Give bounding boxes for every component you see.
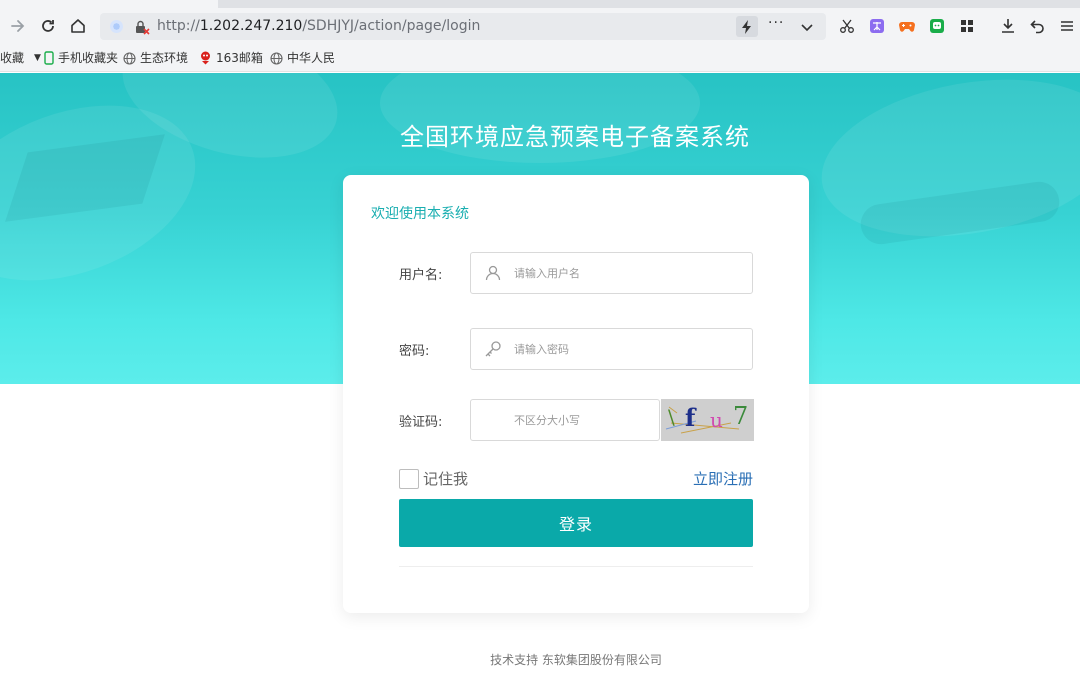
username-label: 用户名: bbox=[399, 268, 443, 283]
chevron-down-icon[interactable] bbox=[800, 19, 814, 38]
address-bar[interactable]: http://1.202.247.210/SDHJYJ/action/page/… bbox=[100, 13, 826, 40]
captcha-image[interactable]: \ f u 7 bbox=[661, 399, 754, 441]
bookmark-eco[interactable]: 生态环境 bbox=[123, 50, 188, 66]
bookmark-label: 生态环境 bbox=[140, 51, 189, 65]
menu-icon[interactable] bbox=[1058, 17, 1076, 35]
more-icon[interactable]: ··· bbox=[768, 15, 784, 31]
register-link[interactable]: 立即注册 bbox=[693, 469, 753, 489]
home-icon[interactable] bbox=[66, 14, 90, 38]
download-icon[interactable] bbox=[999, 17, 1017, 35]
bookmark-favorites[interactable]: 收藏 ▼ bbox=[0, 50, 41, 66]
url-path: /SDHJYJ/action/page/login bbox=[302, 18, 481, 34]
bookmarks-bar: 收藏 ▼ 手机收藏夹 生态环境 163邮箱 中华人民 bbox=[0, 44, 1080, 72]
gamepad-icon[interactable] bbox=[898, 17, 916, 35]
scissors-icon[interactable] bbox=[838, 17, 856, 35]
captcha-char: 7 bbox=[733, 402, 749, 430]
password-label: 密码: bbox=[399, 344, 430, 359]
password-field[interactable] bbox=[470, 328, 753, 370]
footer-text: 技术支持 东软集团股份有限公司 bbox=[490, 653, 662, 667]
insecure-lock-icon[interactable] bbox=[134, 19, 150, 35]
divider bbox=[399, 566, 753, 567]
active-tab[interactable] bbox=[0, 0, 218, 8]
bookmark-label: 中华人民 bbox=[287, 51, 336, 65]
url-text[interactable]: http://1.202.247.210/SDHJYJ/action/page/… bbox=[157, 17, 480, 36]
page-title: 全国环境应急预案电子备案系统 bbox=[400, 123, 750, 151]
bookmark-mobile[interactable]: 手机收藏夹 bbox=[44, 50, 118, 66]
captcha-char: \ bbox=[668, 405, 675, 429]
globe-icon bbox=[270, 51, 283, 65]
login-card: 欢迎使用本系统 用户名: 密码: 验证码: \ f u 7 记住我 立即注册 登… bbox=[343, 175, 809, 613]
bookmark-label: 163邮箱 bbox=[216, 51, 263, 65]
captcha-char: f bbox=[685, 403, 696, 432]
reload-icon[interactable] bbox=[36, 14, 60, 38]
remember-me[interactable]: 记住我 bbox=[399, 469, 468, 489]
site-info-icon[interactable] bbox=[110, 20, 123, 33]
username-input[interactable] bbox=[514, 263, 734, 283]
captcha-char: u bbox=[710, 408, 723, 432]
caret-down-icon: ▼ bbox=[34, 53, 41, 63]
globe-icon bbox=[123, 51, 136, 65]
lightning-icon[interactable] bbox=[736, 16, 758, 37]
user-icon bbox=[484, 264, 502, 282]
key-icon bbox=[484, 340, 502, 358]
phone-icon bbox=[44, 51, 54, 65]
username-field[interactable] bbox=[470, 252, 753, 294]
login-button[interactable]: 登录 bbox=[399, 499, 753, 547]
password-input[interactable] bbox=[514, 339, 734, 359]
browser-toolbar: http://1.202.247.210/SDHJYJ/action/page/… bbox=[0, 8, 1080, 44]
captcha-label: 验证码: bbox=[399, 415, 443, 430]
captcha-field[interactable] bbox=[470, 399, 734, 441]
remember-checkbox[interactable] bbox=[399, 469, 419, 489]
bookmark-163mail[interactable]: 163邮箱 bbox=[199, 50, 263, 66]
wechat-icon[interactable] bbox=[928, 17, 946, 35]
tab-strip bbox=[0, 0, 1080, 8]
welcome-text: 欢迎使用本系统 bbox=[371, 206, 469, 222]
url-host: 1.202.247.210 bbox=[199, 18, 303, 34]
forward-icon[interactable] bbox=[6, 14, 30, 38]
bookmark-label: 手机收藏夹 bbox=[58, 51, 119, 65]
bookmark-label: 收藏 bbox=[0, 51, 25, 65]
bookmark-china[interactable]: 中华人民 bbox=[270, 50, 335, 66]
url-prefix: http:// bbox=[157, 18, 200, 34]
undo-icon[interactable] bbox=[1029, 17, 1047, 35]
mail-icon bbox=[201, 51, 210, 65]
translate-icon[interactable] bbox=[868, 17, 886, 35]
remember-label: 记住我 bbox=[423, 470, 469, 488]
apps-grid-icon[interactable] bbox=[958, 17, 976, 35]
